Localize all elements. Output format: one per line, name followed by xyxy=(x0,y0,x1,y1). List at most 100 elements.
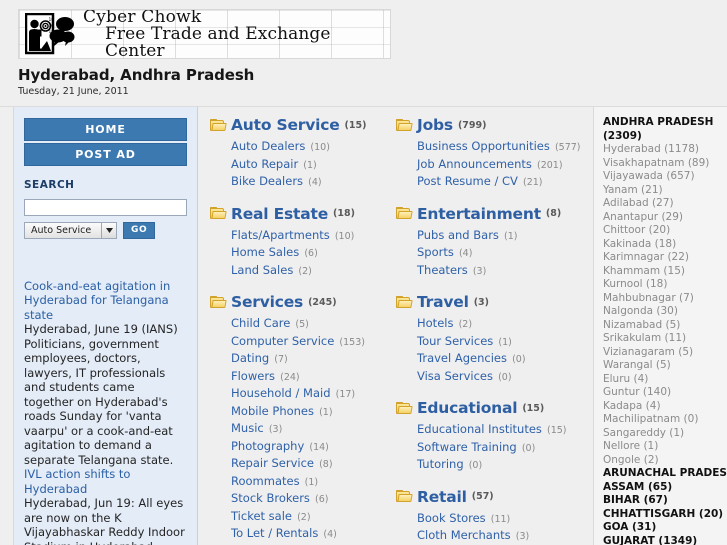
city-row[interactable]: Kadapa (4) xyxy=(603,400,721,414)
subcategory-link[interactable]: Repair Service xyxy=(231,456,314,470)
subcategory-link[interactable]: Job Announcements xyxy=(417,157,532,171)
subcategory-link[interactable]: Business Opportunities xyxy=(417,139,550,153)
city-row[interactable]: Kurnool (18) xyxy=(603,278,721,292)
category-header-auto-service[interactable]: Auto Service (15) xyxy=(210,116,384,134)
search-controls-row: Auto Service GO xyxy=(24,221,187,239)
state-row[interactable]: GOA (31) xyxy=(603,521,721,535)
subcategory-item: Roommates (1) xyxy=(231,473,384,491)
city-row[interactable]: Warangal (5) xyxy=(603,359,721,373)
state-row[interactable]: CHHATTISGARH (20) xyxy=(603,508,723,522)
city-row[interactable]: Hyderabad (1178) xyxy=(603,143,721,157)
post-ad-button[interactable]: POST AD xyxy=(24,143,187,166)
city-row[interactable]: Eluru (4) xyxy=(603,373,721,387)
subcategory-link[interactable]: Hotels xyxy=(417,316,453,330)
subcategory-link[interactable]: Computer Service xyxy=(231,334,334,348)
news-title[interactable]: IVL action shifts to Hyderabad xyxy=(24,467,187,496)
search-go-button[interactable]: GO xyxy=(123,221,156,239)
subcategory-link[interactable]: To Let / Rentals xyxy=(231,526,318,540)
chevron-down-icon xyxy=(101,222,116,238)
subcategory-link[interactable]: Flowers xyxy=(231,369,275,383)
subcategory-link[interactable]: Auto Repair xyxy=(231,157,298,171)
home-button[interactable]: HOME xyxy=(24,118,187,141)
city-row[interactable]: Nalgonda (30) xyxy=(603,305,721,319)
subcategory-link[interactable]: Pubs and Bars xyxy=(417,228,499,242)
subcategory-link[interactable]: Tutoring xyxy=(417,457,464,471)
subcategory-link[interactable]: Mobile Phones xyxy=(231,404,314,418)
state-header-andhra-pradesh[interactable]: ANDHRA PRADESH (2309) xyxy=(603,116,721,143)
category-header-retail[interactable]: Retail (57) xyxy=(396,488,570,506)
city-row[interactable]: Karimnagar (22) xyxy=(603,251,721,265)
category-group: Jobs (799) Business Opportunities (577) Job… xyxy=(396,116,580,191)
category-header-travel[interactable]: Travel (3) xyxy=(396,293,570,311)
subcategory-link[interactable]: Child Care xyxy=(231,316,290,330)
subcategory-item: Computer Service (153) xyxy=(231,333,384,351)
subcategory-link[interactable]: Visa Services xyxy=(417,369,493,383)
city-row[interactable]: Anantapur (29) xyxy=(603,211,721,225)
subcategory-link[interactable]: Auto Dealers xyxy=(231,139,305,153)
subcategory-link[interactable]: Flats/Apartments xyxy=(231,228,330,242)
subcategory-link[interactable]: Book Stores xyxy=(417,511,486,525)
subcategory-link[interactable]: Land Sales xyxy=(231,263,293,277)
current-date: Tuesday, 21 June, 2011 xyxy=(18,86,129,97)
subcategory-item: Post Resume / CV (21) xyxy=(417,173,570,191)
subcategory-link[interactable]: Household / Maid xyxy=(231,386,331,400)
state-row[interactable]: ASSAM (65) xyxy=(603,481,721,495)
city-row[interactable]: Adilabad (27) xyxy=(603,197,721,211)
subcategory-count: (1) xyxy=(504,230,518,242)
subcategory-link[interactable]: Theaters xyxy=(417,263,468,277)
subcategory-link[interactable]: Cloth Merchants xyxy=(417,528,511,542)
search-input[interactable] xyxy=(24,198,187,216)
city-row[interactable]: Vijayawada (657) xyxy=(603,170,721,184)
subcategory-link[interactable]: Bike Dealers xyxy=(231,174,303,188)
city-row[interactable]: Yanam (21) xyxy=(603,184,721,198)
site-logo-banner[interactable]: 10 10 10 Cyber Chowk Free Trade and Exch… xyxy=(18,9,391,59)
folder-icon xyxy=(396,295,413,309)
subcategory-count: (3) xyxy=(268,424,283,435)
city-row[interactable]: Nellore (1) xyxy=(603,440,721,454)
city-row[interactable]: Srikakulam (11) xyxy=(603,332,721,346)
category-header-entertainment[interactable]: Entertainment (8) xyxy=(396,205,570,223)
subcategory-link[interactable]: Post Resume / CV xyxy=(417,174,518,188)
category-count: (245) xyxy=(308,296,337,308)
subcategory-item: Tour Services (1) xyxy=(417,333,570,351)
city-row[interactable]: Guntur (140) xyxy=(603,386,721,400)
city-row[interactable]: Sangareddy (1) xyxy=(603,427,721,441)
subcategory-link[interactable]: Educational Institutes xyxy=(417,422,542,436)
category-header-services[interactable]: Services (245) xyxy=(210,293,384,311)
subcategory-link[interactable]: Ticket sale xyxy=(231,509,292,523)
category-header-jobs[interactable]: Jobs (799) xyxy=(396,116,570,134)
city-row[interactable]: Mahbubnagar (7) xyxy=(603,292,721,306)
search-category-select[interactable]: Auto Service xyxy=(24,221,117,239)
city-row[interactable]: Chittoor (20) xyxy=(603,224,721,238)
subcategory-list: Business Opportunities (577) Job Announce… xyxy=(417,138,580,191)
city-row[interactable]: Khammam (15) xyxy=(603,265,721,279)
city-row[interactable]: Machilipatnam (0) xyxy=(603,413,721,427)
page-header: 10 10 10 Cyber Chowk Free Trade and Exch… xyxy=(0,9,727,97)
state-row[interactable]: BIHAR (67) xyxy=(603,494,721,508)
subcategory-link[interactable]: Travel Agencies xyxy=(417,351,507,365)
subcategory-link[interactable]: Dating xyxy=(231,351,269,365)
city-row[interactable]: Nizamabad (5) xyxy=(603,319,721,333)
state-row[interactable]: ARUNACHAL PRADESH (35) xyxy=(603,467,727,481)
category-header-real-estate[interactable]: Real Estate (18) xyxy=(210,205,384,223)
state-row[interactable]: GUJARAT (1349) xyxy=(603,535,721,545)
city-row[interactable]: Ongole (2) xyxy=(603,454,721,468)
category-header-educational[interactable]: Educational (15) xyxy=(396,399,570,417)
news-title[interactable]: Cook-and-eat agitation in Hyderabad for … xyxy=(24,279,187,323)
category-name: Entertainment xyxy=(417,204,541,223)
subcategory-link[interactable]: Home Sales xyxy=(231,245,299,259)
subcategory-link[interactable]: Sports xyxy=(417,245,454,259)
city-row[interactable]: Visakhapatnam (89) xyxy=(603,157,721,171)
subcategory-link[interactable]: Tour Services xyxy=(417,334,493,348)
subcategory-link[interactable]: Software Training xyxy=(417,440,517,454)
news-body: Hyderabad, June 19 (IANS) Politicians, g… xyxy=(24,322,178,467)
subcategory-count: (24) xyxy=(280,371,300,383)
city-row[interactable]: Kakinada (18) xyxy=(603,238,721,252)
subcategory-count: (7) xyxy=(274,354,288,365)
city-row[interactable]: Vizianagaram (5) xyxy=(603,346,721,360)
subcategory-link[interactable]: Roommates xyxy=(231,474,300,488)
subcategory-link[interactable]: Stock Brokers xyxy=(231,491,310,505)
subcategory-link[interactable]: Music xyxy=(231,421,264,435)
state-list: ARUNACHAL PRADESH (35)ASSAM (65)BIHAR (6… xyxy=(603,467,727,545)
subcategory-link[interactable]: Photography xyxy=(231,439,304,453)
